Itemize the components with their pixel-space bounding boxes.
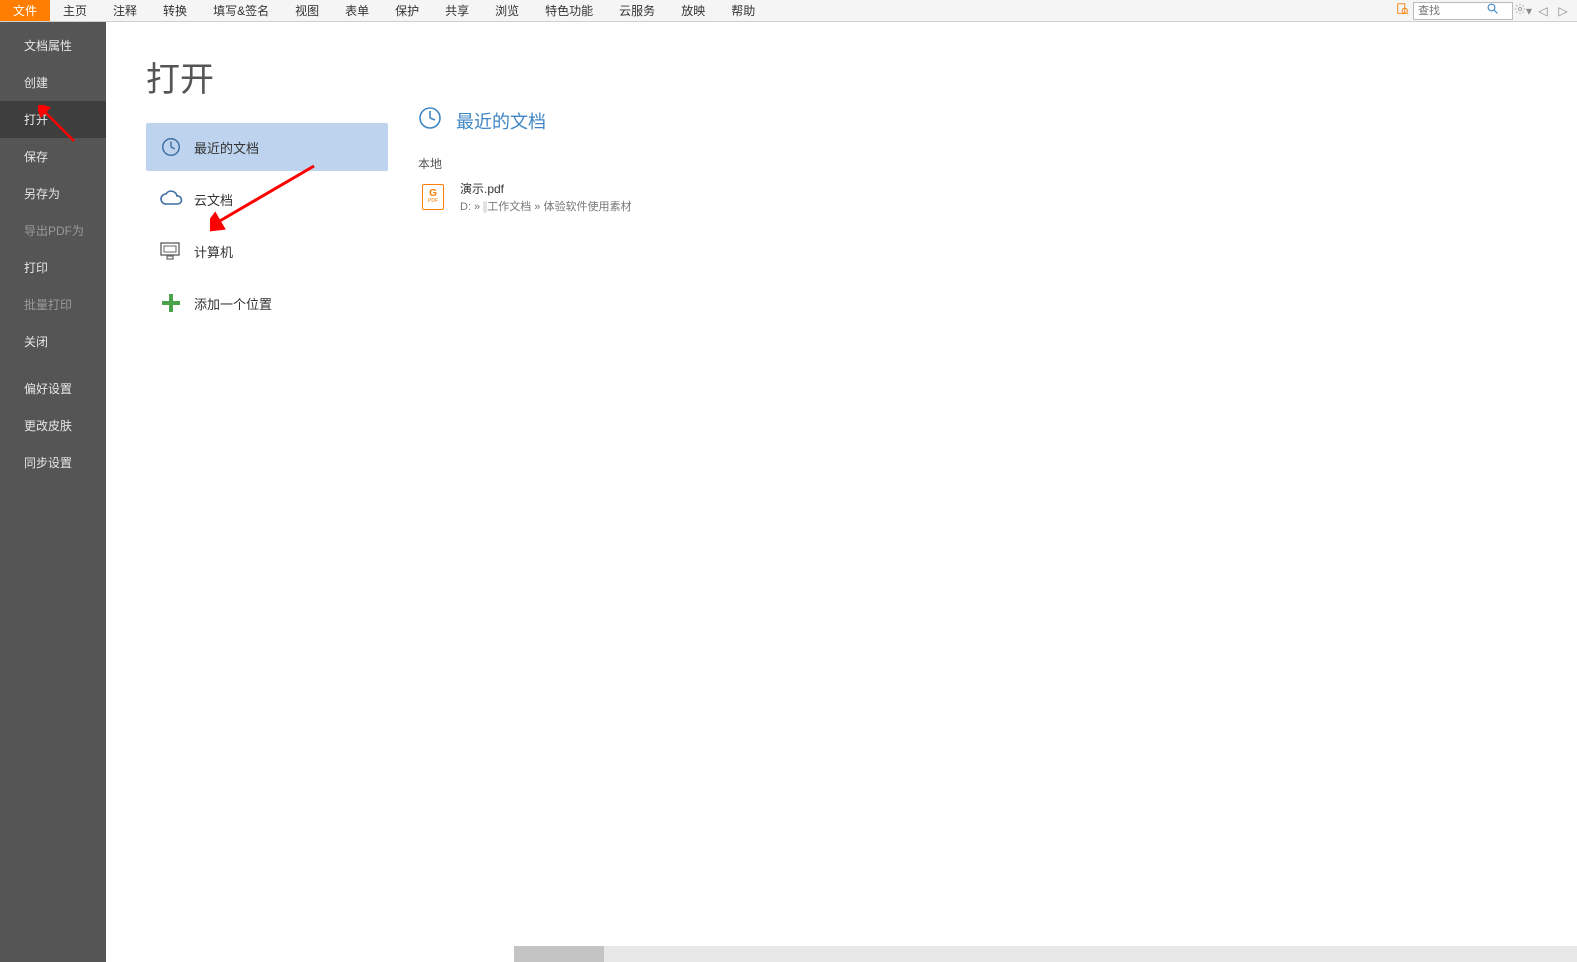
sidebar-item-sync[interactable]: 同步设置 xyxy=(0,444,106,481)
recent-doc-item[interactable]: GPDF 演示.pdf D: » 工作文档 » 体验软件使用素材 xyxy=(418,178,1557,216)
top-right-tools: ▾ ◁ ▷ xyxy=(1393,0,1577,21)
recent-docs-panel: 最近的文档 本地 GPDF 演示.pdf D: » 工作文档 » 体验软件使用素… xyxy=(408,22,1577,962)
menu-tab-present[interactable]: 放映 xyxy=(668,0,718,21)
clock-icon xyxy=(418,106,442,135)
sidebar-item-open[interactable]: 打开 xyxy=(0,101,106,138)
location-computer[interactable]: 计算机 xyxy=(146,227,388,275)
recent-doc-text: 演示.pdf D: » 工作文档 » 体验软件使用素材 xyxy=(460,180,631,214)
search-icon[interactable] xyxy=(1484,3,1502,18)
menu-tab-cloud[interactable]: 云服务 xyxy=(606,0,668,21)
menu-tab-file[interactable]: 文件 xyxy=(0,0,50,21)
sidebar-item-batch-print[interactable]: 批量打印 xyxy=(0,286,106,323)
sidebar-item-save-as[interactable]: 另存为 xyxy=(0,175,106,212)
menu-tab-form[interactable]: 表单 xyxy=(332,0,382,21)
location-recent[interactable]: 最近的文档 xyxy=(146,123,388,171)
main-menu: 文件 主页 注释 转换 填写&签名 视图 表单 保护 共享 浏览 特色功能 云服… xyxy=(0,0,1577,22)
plus-icon xyxy=(158,290,184,316)
menu-tab-convert[interactable]: 转换 xyxy=(150,0,200,21)
menu-tab-help[interactable]: 帮助 xyxy=(718,0,768,21)
nav-forward-icon[interactable]: ▷ xyxy=(1553,2,1573,20)
location-label: 添加一个位置 xyxy=(194,294,272,313)
recent-docs-heading-text: 最近的文档 xyxy=(456,108,546,134)
recent-doc-name: 演示.pdf xyxy=(460,180,631,197)
sidebar-item-save[interactable]: 保存 xyxy=(0,138,106,175)
search-box[interactable] xyxy=(1413,2,1513,20)
cloud-icon xyxy=(158,186,184,212)
location-label: 计算机 xyxy=(194,242,233,261)
sidebar-item-skin[interactable]: 更改皮肤 xyxy=(0,407,106,444)
menu-tab-share[interactable]: 共享 xyxy=(432,0,482,21)
search-input[interactable] xyxy=(1414,5,1484,17)
recent-doc-path: D: » 工作文档 » 体验软件使用素材 xyxy=(460,198,631,214)
menu-tab-view[interactable]: 视图 xyxy=(282,0,332,21)
horizontal-scrollbar[interactable] xyxy=(514,946,1577,962)
page-title: 打开 xyxy=(146,52,388,101)
location-add[interactable]: 添加一个位置 xyxy=(146,279,388,327)
sidebar-item-close[interactable]: 关闭 xyxy=(0,323,106,360)
section-local-label: 本地 xyxy=(418,155,1557,172)
gear-icon[interactable]: ▾ xyxy=(1513,2,1533,20)
menu-tab-home[interactable]: 主页 xyxy=(50,0,100,21)
location-cloud[interactable]: 云文档 xyxy=(146,175,388,223)
file-sidebar: 文档属性 创建 打开 保存 另存为 导出PDF为 打印 批量打印 关闭 偏好设置… xyxy=(0,22,106,962)
clock-icon xyxy=(158,134,184,160)
location-label: 最近的文档 xyxy=(194,138,259,157)
location-label: 云文档 xyxy=(194,190,233,209)
find-page-icon[interactable] xyxy=(1393,2,1413,20)
pdf-file-icon: GPDF xyxy=(422,184,444,210)
sidebar-item-print[interactable]: 打印 xyxy=(0,249,106,286)
menu-tab-browse[interactable]: 浏览 xyxy=(482,0,532,21)
sidebar-item-properties[interactable]: 文档属性 xyxy=(0,22,106,64)
computer-icon xyxy=(158,238,184,264)
scrollbar-thumb[interactable] xyxy=(514,946,604,962)
menu-tab-features[interactable]: 特色功能 xyxy=(532,0,606,21)
sidebar-item-export-pdf[interactable]: 导出PDF为 xyxy=(0,212,106,249)
menu-tab-fill-sign[interactable]: 填写&签名 xyxy=(200,0,282,21)
sidebar-item-preferences[interactable]: 偏好设置 xyxy=(0,370,106,407)
recent-docs-heading: 最近的文档 xyxy=(418,106,1557,135)
open-locations-panel: 打开 最近的文档 云文档 计算机 xyxy=(106,22,408,962)
sidebar-item-create[interactable]: 创建 xyxy=(0,64,106,101)
menu-tab-annotate[interactable]: 注释 xyxy=(100,0,150,21)
nav-back-icon[interactable]: ◁ xyxy=(1533,2,1553,20)
menu-tab-protect[interactable]: 保护 xyxy=(382,0,432,21)
